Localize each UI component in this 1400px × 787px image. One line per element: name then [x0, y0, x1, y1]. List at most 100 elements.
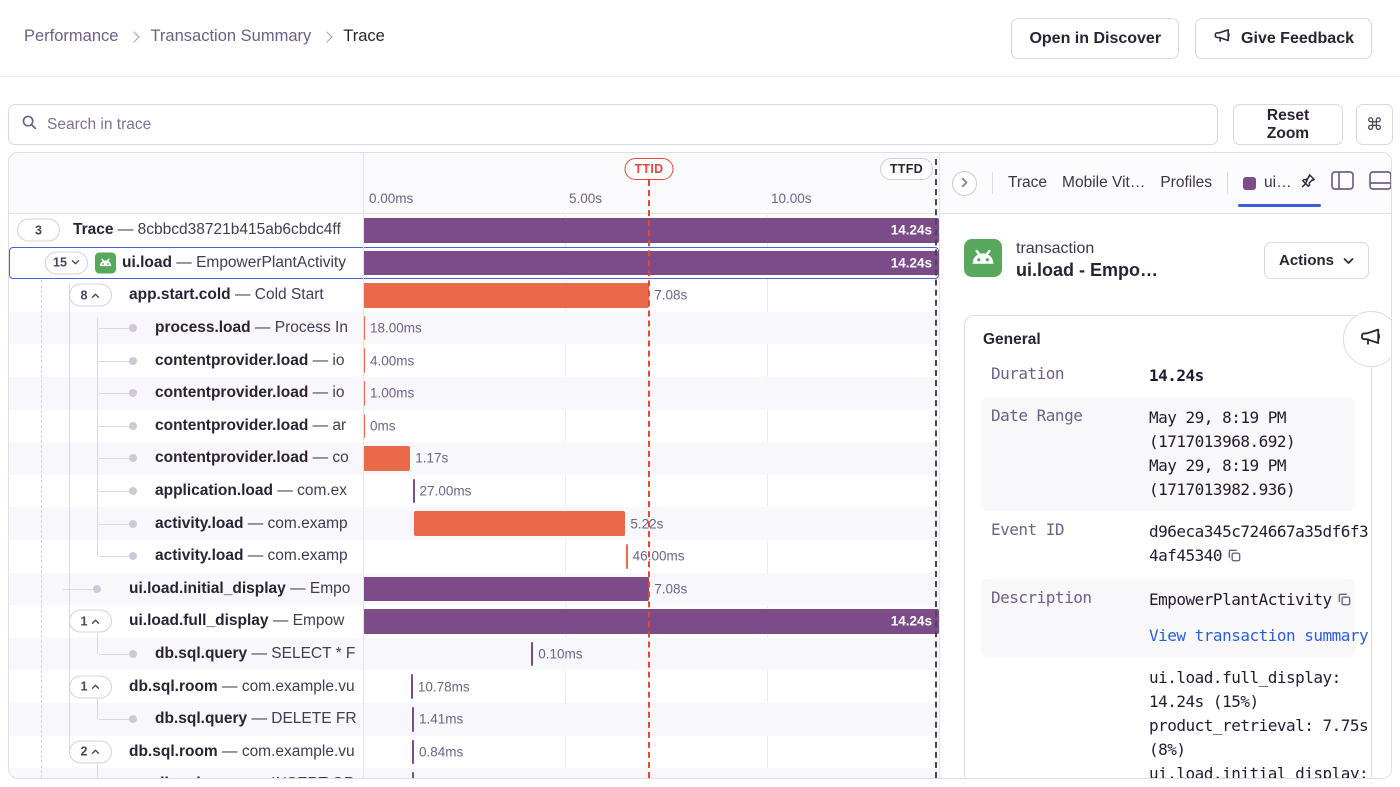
trace-row-activity-load[interactable]: activity.load — com.examp5.22s — [9, 507, 939, 540]
trace-row-ui-load-initial-display[interactable]: ui.load.initial_display — Empo7.08s — [9, 573, 939, 606]
tree-timeline-divider[interactable] — [363, 153, 364, 778]
span-bar-cell: 14.24s — [363, 214, 939, 247]
trace-row-contentprovider-load[interactable]: contentprovider.load — ar0ms — [9, 410, 939, 443]
trace-row-activity-load[interactable]: activity.load — com.examp 46.00ms — [9, 540, 939, 573]
copy-icon[interactable] — [1227, 546, 1242, 570]
shortcuts-button[interactable]: ⌘ — [1356, 104, 1393, 145]
span-op: contentprovider.load — [155, 352, 308, 369]
trace-row-contentprovider-load[interactable]: contentprovider.load — io1.00ms — [9, 377, 939, 410]
span-bar[interactable] — [414, 511, 625, 536]
tree-connector — [97, 698, 98, 719]
give-feedback-label: Give Feedback — [1241, 30, 1354, 48]
command-icon: ⌘ — [1366, 115, 1383, 135]
span-count-badge[interactable]: 8 — [69, 284, 112, 307]
transaction-titles: transaction ui.load - Empo… — [1016, 240, 1158, 281]
span-bar[interactable] — [626, 544, 628, 569]
span-bar[interactable] — [363, 577, 649, 602]
timeline-tick-0: 0.00ms — [369, 191, 413, 206]
date-range-line: May 29, 8:19 PM — [1149, 408, 1286, 427]
span-count: 2 — [81, 745, 88, 759]
span-bar[interactable] — [363, 446, 410, 471]
actions-button[interactable]: Actions — [1264, 242, 1369, 279]
span-bar-cell: 1.17s — [363, 442, 939, 475]
span-bar[interactable] — [363, 283, 649, 308]
trace-row-application-load[interactable]: application.load — com.ex27.00ms — [9, 475, 939, 508]
trace-row-db-sql-query[interactable]: db.sql.query — DELETE FR 1.41ms — [9, 703, 939, 736]
reset-zoom-button[interactable]: Reset Zoom — [1233, 104, 1343, 145]
span-label: db.sql.query — DELETE FR — [155, 710, 357, 728]
trace-search[interactable] — [8, 104, 1218, 145]
trace-row-db-sql-query[interactable]: db.sql.query — SELECT * F0.10ms — [9, 638, 939, 671]
transaction-name: ui.load - Empo… — [1016, 260, 1158, 281]
open-in-discover-label: Open in Discover — [1029, 30, 1161, 48]
span-bar[interactable] — [412, 772, 414, 778]
trace-row-Trace[interactable]: 3Trace — 8cbbcd38721b415ab6cbdc4ff14.24s — [9, 214, 939, 247]
tab-mobile-vitals[interactable]: Mobile Vit… — [1062, 174, 1145, 192]
span-op: process.load — [155, 319, 251, 336]
span-duration: 46.00ms — [633, 549, 685, 564]
ttid-badge[interactable]: TTID — [625, 158, 674, 180]
span-bar[interactable] — [412, 740, 414, 765]
span-label: activity.load — com.examp — [155, 547, 348, 565]
span-bar[interactable]: 14.24s — [363, 609, 939, 634]
ops-breakdown-value: ui.load.full_display: 14.24s (15%) produ… — [1149, 666, 1374, 778]
span-bar[interactable] — [413, 479, 415, 504]
copy-icon[interactable] — [1337, 590, 1352, 614]
tab-ui-load-active[interactable]: ui… — [1243, 173, 1316, 194]
span-bar[interactable]: 14.24s — [363, 218, 939, 243]
search-input[interactable] — [47, 116, 1205, 134]
trace-row-process-load[interactable]: process.load — Process In18.00ms — [9, 312, 939, 345]
pin-icon[interactable] — [1300, 173, 1316, 194]
span-op: db.sql.query — [155, 645, 247, 662]
span-dot — [129, 552, 137, 560]
span-bar[interactable] — [531, 642, 533, 667]
span-count: 1 — [81, 680, 88, 694]
span-op: db.sql.query — [155, 710, 247, 727]
span-duration: 5.22s — [630, 516, 663, 531]
span-duration: 1.41ms — [419, 712, 463, 727]
trace-row-contentprovider-load[interactable]: contentprovider.load — co1.17s — [9, 442, 939, 475]
span-tree-cell: db.sql.query — SELECT * F — [9, 638, 363, 671]
span-bar[interactable]: 14.24s — [363, 251, 939, 276]
span-label: application.load — com.ex — [155, 482, 347, 500]
tab-profiles[interactable]: Profiles — [1160, 174, 1212, 192]
tab-trace[interactable]: Trace — [1008, 174, 1047, 192]
give-feedback-button[interactable]: Give Feedback — [1195, 18, 1372, 59]
breadcrumb-performance[interactable]: Performance — [24, 27, 118, 46]
span-bar[interactable] — [411, 674, 413, 699]
span-count: 1 — [81, 614, 88, 628]
trace-row-ui-load[interactable]: 15ui.load — EmpowerPlantActivity14.24s — [9, 247, 939, 280]
trace-row-db-sql-query[interactable]: db.sql.query — INSERT OR0.7 — [9, 768, 939, 778]
open-in-discover-button[interactable]: Open in Discover — [1011, 18, 1179, 59]
span-count-badge[interactable]: 2 — [69, 740, 112, 763]
trace-row-contentprovider-load[interactable]: contentprovider.load — io4.00ms — [9, 344, 939, 377]
breadcrumb-transaction-summary[interactable]: Transaction Summary — [150, 27, 311, 46]
span-count-badge[interactable]: 1 — [69, 675, 112, 698]
trace-row-ui-load-full-display[interactable]: 1ui.load.full_display — Empow14.24s — [9, 605, 939, 638]
trace-row-db-sql-room[interactable]: 1db.sql.room — com.example.vu10.78ms — [9, 670, 939, 703]
span-count-badge[interactable]: 1 — [69, 610, 112, 633]
span-tree-cell: application.load — com.ex — [9, 475, 363, 508]
span-duration: 1.17s — [415, 451, 448, 466]
span-count-badge[interactable]: 15 — [45, 251, 88, 274]
ttfd-badge[interactable]: TTFD — [880, 158, 933, 180]
span-duration: 18.00ms — [370, 321, 422, 336]
collapse-panel-button[interactable] — [952, 171, 977, 196]
feedback-fab-button[interactable] — [1343, 311, 1392, 367]
view-transaction-summary-link[interactable]: View transaction summary — [1149, 624, 1374, 648]
android-icon — [95, 252, 116, 273]
span-count-badge[interactable]: 3 — [17, 219, 60, 242]
tab-ui-load-label: ui… — [1264, 174, 1292, 192]
actions-label: Actions — [1279, 252, 1334, 269]
layout-left-icon[interactable] — [1331, 171, 1354, 195]
trace-row-db-sql-room[interactable]: 2db.sql.room — com.example.vu0.84ms — [9, 736, 939, 769]
span-bar[interactable] — [412, 707, 414, 732]
span-duration: 7.08s — [654, 581, 687, 596]
span-bar-cell: 1.00ms — [363, 377, 939, 410]
description-value: EmpowerPlantActivity View transaction su… — [1149, 588, 1374, 648]
layout-bottom-icon[interactable] — [1369, 171, 1392, 195]
trace-row-app-start-cold[interactable]: 8app.start.cold — Cold Start7.08s — [9, 279, 939, 312]
transaction-header: transaction ui.load - Empo… Actions — [964, 239, 1369, 282]
android-icon — [964, 239, 1002, 282]
transaction-kind: transaction — [1016, 240, 1158, 258]
